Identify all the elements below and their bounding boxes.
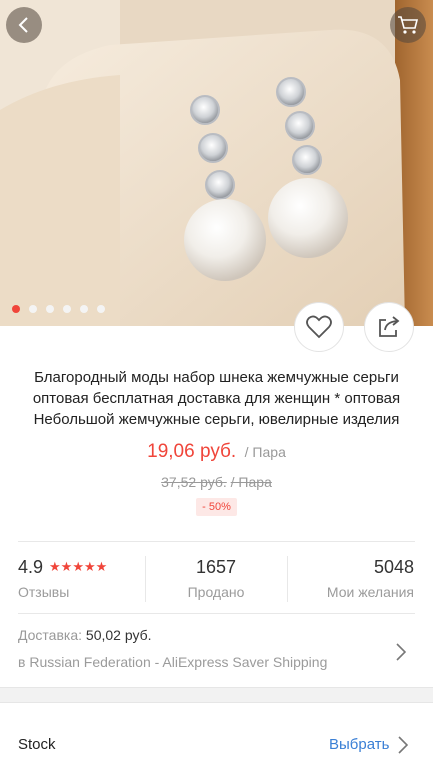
wishes-label: Мои желания <box>326 584 414 600</box>
sold-label: Продано <box>187 584 245 600</box>
share-icon <box>379 316 400 337</box>
chevron-left-icon <box>18 17 28 33</box>
cart-button[interactable] <box>390 7 426 43</box>
rating-value: 4.9 <box>18 557 44 577</box>
product-photo <box>0 0 433 326</box>
reviews-label: Отзывы <box>18 584 70 600</box>
sold-stat: 1657 Продано <box>146 556 286 600</box>
gallery-dot[interactable] <box>80 305 88 313</box>
wishlist-button[interactable] <box>294 302 344 352</box>
wishes-stat[interactable]: 5048 Мои желания <box>288 556 414 600</box>
price-row: 19,06 руб. / Пара <box>0 441 433 463</box>
back-button[interactable] <box>6 7 42 43</box>
old-price-unit: / Пара <box>230 474 272 490</box>
gallery-pagination <box>12 305 105 313</box>
delivery-price: 50,02 руб. <box>85 627 152 643</box>
cart-icon <box>398 16 419 34</box>
stock-label: Stock <box>18 736 56 753</box>
choose-button[interactable]: Выбрать <box>329 736 389 753</box>
discount-badge: - 50% <box>196 498 237 516</box>
delivery-label: Доставка: <box>18 627 83 643</box>
gallery-dot[interactable] <box>12 305 20 313</box>
old-price-row: 37,52 руб. / Пара <box>0 474 433 490</box>
share-button[interactable] <box>364 302 414 352</box>
sold-count: 1657 <box>195 557 237 577</box>
heart-icon <box>306 315 332 339</box>
product-image-gallery[interactable] <box>0 0 433 326</box>
gallery-dot[interactable] <box>46 305 54 313</box>
chevron-right-icon[interactable] <box>396 643 406 661</box>
current-price: 19,06 руб. <box>147 441 237 462</box>
gallery-dot[interactable] <box>29 305 37 313</box>
gallery-dot[interactable] <box>63 305 71 313</box>
rating-stars: ★★★★★ <box>49 559 108 574</box>
divider <box>18 613 415 614</box>
rating-stat[interactable]: 4.9 ★★★★★ Отзывы <box>18 556 107 600</box>
delivery-row[interactable]: Доставка: 50,02 руб. в Russian Federatio… <box>18 627 378 670</box>
chevron-right-icon[interactable] <box>398 736 408 754</box>
wishes-count: 5048 <box>373 557 414 577</box>
section-separator <box>0 687 433 703</box>
price-unit: / Пара <box>244 444 286 460</box>
delivery-method: в Russian Federation - AliExpress Saver … <box>18 654 328 670</box>
divider <box>18 541 415 542</box>
product-title: Благородный моды набор шнека жемчужные с… <box>32 369 401 428</box>
gallery-dot[interactable] <box>97 305 105 313</box>
old-price: 37,52 руб. <box>161 474 227 490</box>
